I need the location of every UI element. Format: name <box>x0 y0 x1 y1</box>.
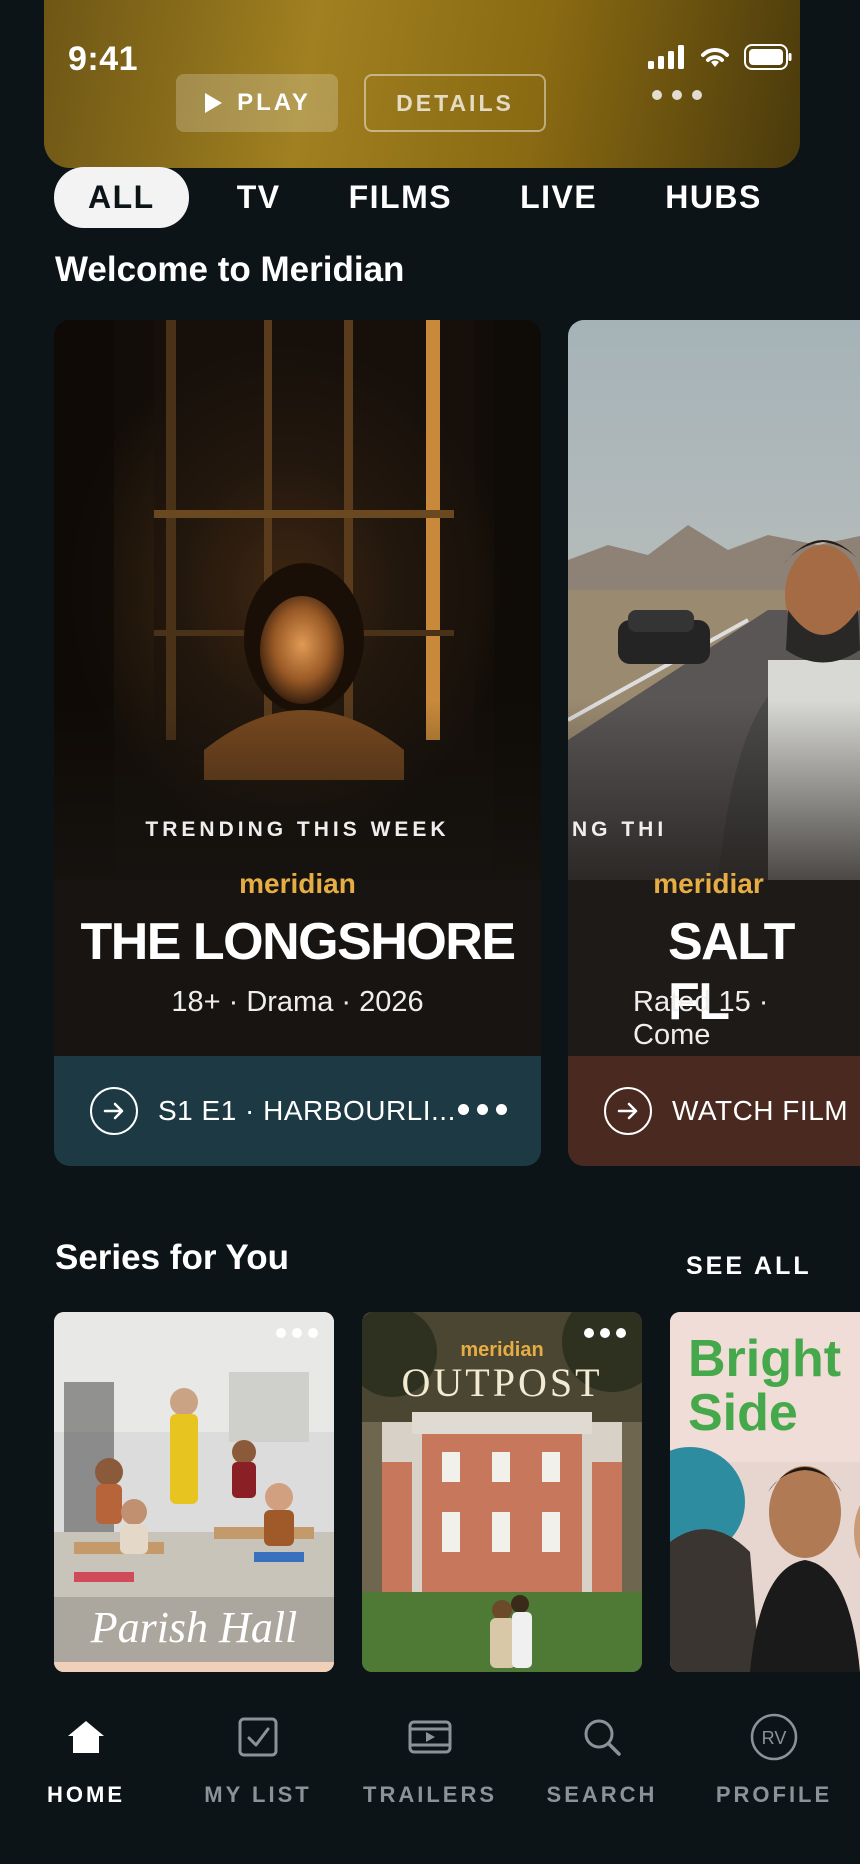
status-time: 9:41 <box>68 40 139 78</box>
signal-icon <box>648 45 686 74</box>
nav-search[interactable]: SEARCH <box>516 1710 688 1808</box>
tab-live[interactable]: LIVE <box>520 179 597 216</box>
details-button[interactable]: DETAILS <box>364 74 546 132</box>
app-screen: 9:41 PLAY DETAILS ALL TV FILMS LIVE HUBS… <box>0 0 860 1864</box>
watch-film-button[interactable]: WATCH FILM <box>568 1056 860 1166</box>
more-options-icon[interactable] <box>652 90 702 100</box>
tab-films[interactable]: FILMS <box>349 179 452 216</box>
nav-home[interactable]: HOME <box>0 1710 172 1808</box>
cta-label: S1 E1 · HARBOURLI... <box>158 1095 456 1126</box>
play-button-label: PLAY <box>237 89 311 116</box>
poster-logo-text: Bright <box>688 1330 841 1388</box>
nav-label: SEARCH <box>546 1782 658 1807</box>
series-poster-outpost[interactable]: meridian OUTPOST <box>362 1312 642 1672</box>
tab-tv[interactable]: TV <box>237 179 281 216</box>
nav-label: TRAILERS <box>363 1782 497 1807</box>
arrow-right-circle-icon <box>604 1087 652 1135</box>
cta-label: WATCH FILM <box>672 1095 849 1126</box>
see-all-link[interactable]: SEE ALL <box>686 1252 812 1281</box>
show-meta: Rated 15 · Come <box>633 986 769 1051</box>
status-icons <box>648 44 792 75</box>
nav-profile[interactable]: RV PROFILE <box>688 1710 860 1808</box>
nav-label: PROFILE <box>715 1782 833 1807</box>
poster-logo-text: OUTPOST <box>401 1360 602 1405</box>
featured-card-longshore[interactable]: TRENDING THIS WEEK meridian THE LONGSHOR… <box>54 320 541 1166</box>
search-icon <box>582 1710 622 1764</box>
play-button[interactable]: PLAY <box>176 74 338 132</box>
nav-label: MY LIST <box>204 1782 312 1807</box>
welcome-title: Welcome to Meridian <box>55 250 405 289</box>
tab-hubs[interactable]: HUBS <box>665 179 762 216</box>
more-options-icon[interactable] <box>276 1328 318 1338</box>
play-episode-button[interactable]: S1 E1 · HARBOURLI... <box>54 1056 541 1166</box>
bottom-nav-bar: HOME MY LIST TRAILERS SEARCH RV PROFILE <box>0 1676 860 1864</box>
series-poster-parish-hall[interactable]: Parish Hall <box>54 1312 334 1672</box>
featured-card-salt-flats[interactable]: TRENDING THI meridiar SALT FL Rated 15 ·… <box>568 320 860 1166</box>
profile-avatar-icon: RV <box>749 1710 799 1764</box>
nav-trailers[interactable]: TRAILERS <box>344 1710 516 1808</box>
more-options-icon[interactable] <box>584 1328 626 1338</box>
series-poster-bright-side[interactable]: Bright Side <box>670 1312 860 1672</box>
card-kicker: TRENDING THI <box>568 818 668 841</box>
show-meta: 18+ · Drama · 2026 <box>171 986 424 1018</box>
poster-logo-text: Side <box>688 1384 798 1442</box>
poster-brand-text: meridian <box>460 1339 543 1361</box>
brand-logo: meridian <box>239 868 356 899</box>
nav-my-list[interactable]: MY LIST <box>172 1710 344 1808</box>
card-kicker: TRENDING THIS WEEK <box>145 818 450 841</box>
battery-icon <box>744 44 792 75</box>
trailer-icon <box>408 1710 452 1764</box>
nav-label: HOME <box>47 1782 125 1807</box>
poster-logo-text: Parish Hall <box>90 1603 298 1652</box>
home-icon <box>66 1710 106 1764</box>
wifi-icon <box>698 45 732 74</box>
tab-all[interactable]: ALL <box>54 166 189 228</box>
arrow-right-circle-icon <box>90 1087 138 1135</box>
profile-initials: RV <box>762 1728 787 1748</box>
show-title: THE LONGSHORE <box>80 913 516 971</box>
brand-logo: meridiar <box>653 868 764 899</box>
more-options-icon[interactable] <box>458 1104 507 1115</box>
play-icon <box>205 93 223 113</box>
category-tabs: ALL TV FILMS LIVE HUBS <box>54 166 830 228</box>
series-section-title: Series for You <box>55 1238 290 1277</box>
checkbox-icon <box>238 1710 278 1764</box>
